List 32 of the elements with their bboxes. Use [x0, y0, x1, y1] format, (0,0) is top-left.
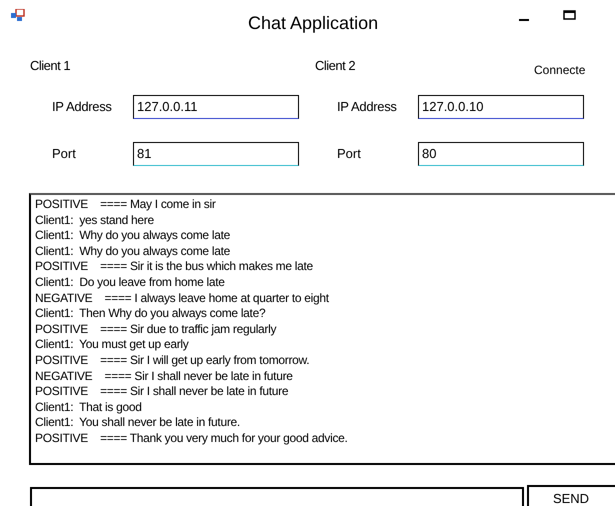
client-heading: Client 1	[30, 57, 70, 75]
send-button[interactable]: SEND	[527, 485, 615, 506]
window-title: Chat Application	[248, 12, 378, 35]
ip-label: IP Address	[52, 98, 113, 116]
chat-message: Client1: Why do you always come late	[35, 244, 231, 260]
connection-status: Connecte	[534, 62, 586, 79]
port-field[interactable]: 81	[133, 142, 299, 166]
port-label: Port	[52, 144, 77, 163]
chat-message: POSITIVE ==== Sir I shall never be late in future	[35, 384, 290, 400]
chat-message: NEGATIVE ==== Sir I shall never be late in future	[35, 368, 294, 384]
app-icon	[11, 9, 25, 21]
ip-field[interactable]: 127.0.0.10	[418, 94, 584, 118]
maximize-icon[interactable]	[563, 10, 576, 20]
port-field[interactable]: 80	[418, 142, 584, 166]
chat-message: Client1: You must get up early	[35, 337, 190, 353]
chat-message: Client1: You shall never be late in future.	[35, 415, 241, 431]
chat-message: NEGATIVE ==== I always leave home at quarter to eight	[35, 290, 330, 306]
chat-message: Client1: Do you leave from home late	[35, 274, 226, 291]
chat-message: POSITIVE ==== Sir it is the bus which makes me late	[35, 259, 314, 275]
client-heading: Client 2	[315, 57, 356, 75]
ip-label: IP Address	[337, 98, 398, 116]
minimize-icon[interactable]	[519, 19, 529, 22]
ip-field[interactable]: 127.0.0.11	[133, 94, 299, 118]
chat-message: Client1: That is good	[35, 400, 143, 416]
port-label: Port	[337, 144, 362, 163]
chat-message: Client1: yes stand here	[35, 212, 155, 228]
chat-message: POSITIVE ==== Sir I will get up early from tomorrow.	[35, 352, 310, 369]
chat-message: POSITIVE ==== May I come in sir	[35, 197, 217, 213]
chat-message: Client1: Why do you always come late	[35, 228, 231, 244]
chat-message: POSITIVE ==== Sir due to traffic jam regularly	[35, 322, 278, 338]
chat-message: POSITIVE ==== Thank you very much for your good advice.	[35, 430, 349, 446]
chat-message: Client1: Then Why do you always come late?	[35, 306, 266, 322]
